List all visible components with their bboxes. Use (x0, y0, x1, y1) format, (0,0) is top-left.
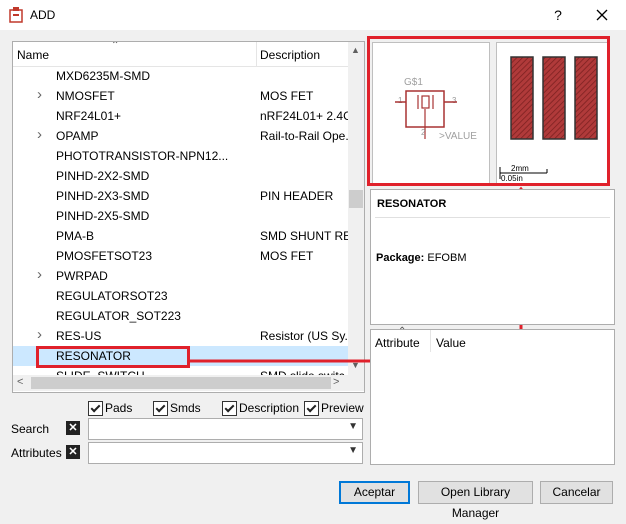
highlight-box-selected-row (36, 346, 190, 368)
attr-column-separator[interactable] (430, 330, 431, 352)
pads-checkbox[interactable] (88, 401, 103, 416)
clear-attributes-icon[interactable]: ✕ (66, 445, 80, 459)
tree-row-name: OPAMP (56, 129, 99, 143)
tree-row-name: NMOSFET (56, 89, 115, 103)
tree-row-name: NRF24L01+ (56, 109, 122, 123)
tree-row-name: REGULATORSOT23 (56, 289, 168, 303)
tree-row[interactable]: › NMOSFET MOS FET (13, 86, 348, 106)
tree-row-description: nRF24L01+ 2.4G... (260, 109, 348, 123)
tree-row-name: MXD6235M-SMD (56, 69, 151, 83)
chevron-down-icon[interactable]: ▼ (348, 445, 358, 456)
cancel-button[interactable]: Cancelar (540, 481, 613, 504)
attr-header-attribute[interactable]: Attribute (375, 336, 420, 350)
device-name: RESONATOR (377, 198, 447, 210)
smds-checkbox[interactable] (153, 401, 168, 416)
tree-row[interactable]: PINHD-2X2-SMD (13, 166, 348, 186)
device-info-panel: RESONATOR Package: EFOBM (370, 189, 615, 325)
chevron-down-icon[interactable]: ▼ (348, 421, 358, 432)
open-library-manager-button[interactable]: Open Library Manager (418, 481, 533, 520)
highlight-box-preview (367, 36, 610, 186)
tree-row-name: PINHD-2X2-SMD (56, 169, 150, 183)
tree-row-name: PMA-B (56, 229, 95, 243)
horizontal-scrollbar[interactable]: < > (13, 375, 348, 391)
description-label: Description (239, 401, 300, 415)
tree-header: ⌃ Name Description (13, 42, 348, 67)
help-button[interactable]: ? (548, 5, 568, 25)
tree-row[interactable]: PHOTOTRANSISTOR-NPN12... (13, 146, 348, 166)
close-icon (596, 9, 608, 21)
column-header-description[interactable]: Description (260, 48, 320, 62)
preview-label: Preview (321, 401, 364, 415)
attr-header-value[interactable]: Value (436, 336, 466, 350)
package-line: Package: EFOBM (376, 252, 467, 264)
separator (375, 217, 610, 218)
description-checkbox[interactable] (222, 401, 237, 416)
tree-row-name: PHOTOTRANSISTOR-NPN12... (56, 149, 229, 163)
attributes-table[interactable]: ⌃ Attribute Value (370, 326, 615, 465)
column-header-name[interactable]: Name (17, 48, 49, 62)
tree-row-name: RES-US (56, 329, 102, 343)
package-value: EFOBM (427, 252, 467, 264)
chevron-right-icon[interactable]: › (37, 86, 42, 103)
hscroll-thumb[interactable] (31, 377, 331, 389)
tree-row-name: PWRPAD (56, 269, 108, 283)
tree-row-name: PINHD-2X3-SMD (56, 189, 150, 203)
scroll-right-icon[interactable]: > (333, 376, 339, 388)
window-title: ADD (30, 8, 56, 22)
search-input[interactable]: ▼ (88, 418, 363, 440)
chevron-right-icon[interactable]: › (37, 126, 42, 143)
close-button[interactable] (590, 4, 614, 26)
attributes-label: Attributes (11, 446, 62, 460)
preview-checkbox[interactable] (304, 401, 319, 416)
scroll-up-icon[interactable]: ▲ (351, 45, 360, 55)
smds-label: Smds (170, 401, 201, 415)
tree-row[interactable]: NRF24L01+ nRF24L01+ 2.4G... (13, 106, 348, 126)
tree-row-description: MOS FET (260, 89, 314, 103)
tree-row-description: Rail-to-Rail Ope... (260, 129, 348, 143)
scroll-left-icon[interactable]: < (17, 376, 23, 388)
app-icon (9, 7, 23, 23)
chevron-right-icon[interactable]: › (37, 326, 42, 343)
package-label: Package: (376, 252, 425, 264)
accept-button[interactable]: Aceptar (339, 481, 410, 504)
search-label: Search (11, 422, 50, 436)
title-bar (0, 0, 626, 30)
tree-row[interactable]: › OPAMP Rail-to-Rail Ope... (13, 126, 348, 146)
clear-search-icon[interactable]: ✕ (66, 421, 80, 435)
chevron-right-icon[interactable]: › (37, 266, 42, 283)
pads-label: Pads (105, 401, 133, 415)
tree-row-name: PINHD-2X5-SMD (56, 209, 150, 223)
tree-row-name: PMOSFETSOT23 (56, 249, 153, 263)
attributes-input[interactable]: ▼ (88, 442, 363, 464)
tree-row[interactable]: MXD6235M-SMD (13, 66, 348, 86)
scroll-corner (348, 375, 364, 391)
tree-row-name: REGULATOR_SOT223 (56, 309, 181, 323)
column-separator[interactable] (256, 42, 257, 66)
sort-up-icon: ⌃ (111, 41, 120, 51)
